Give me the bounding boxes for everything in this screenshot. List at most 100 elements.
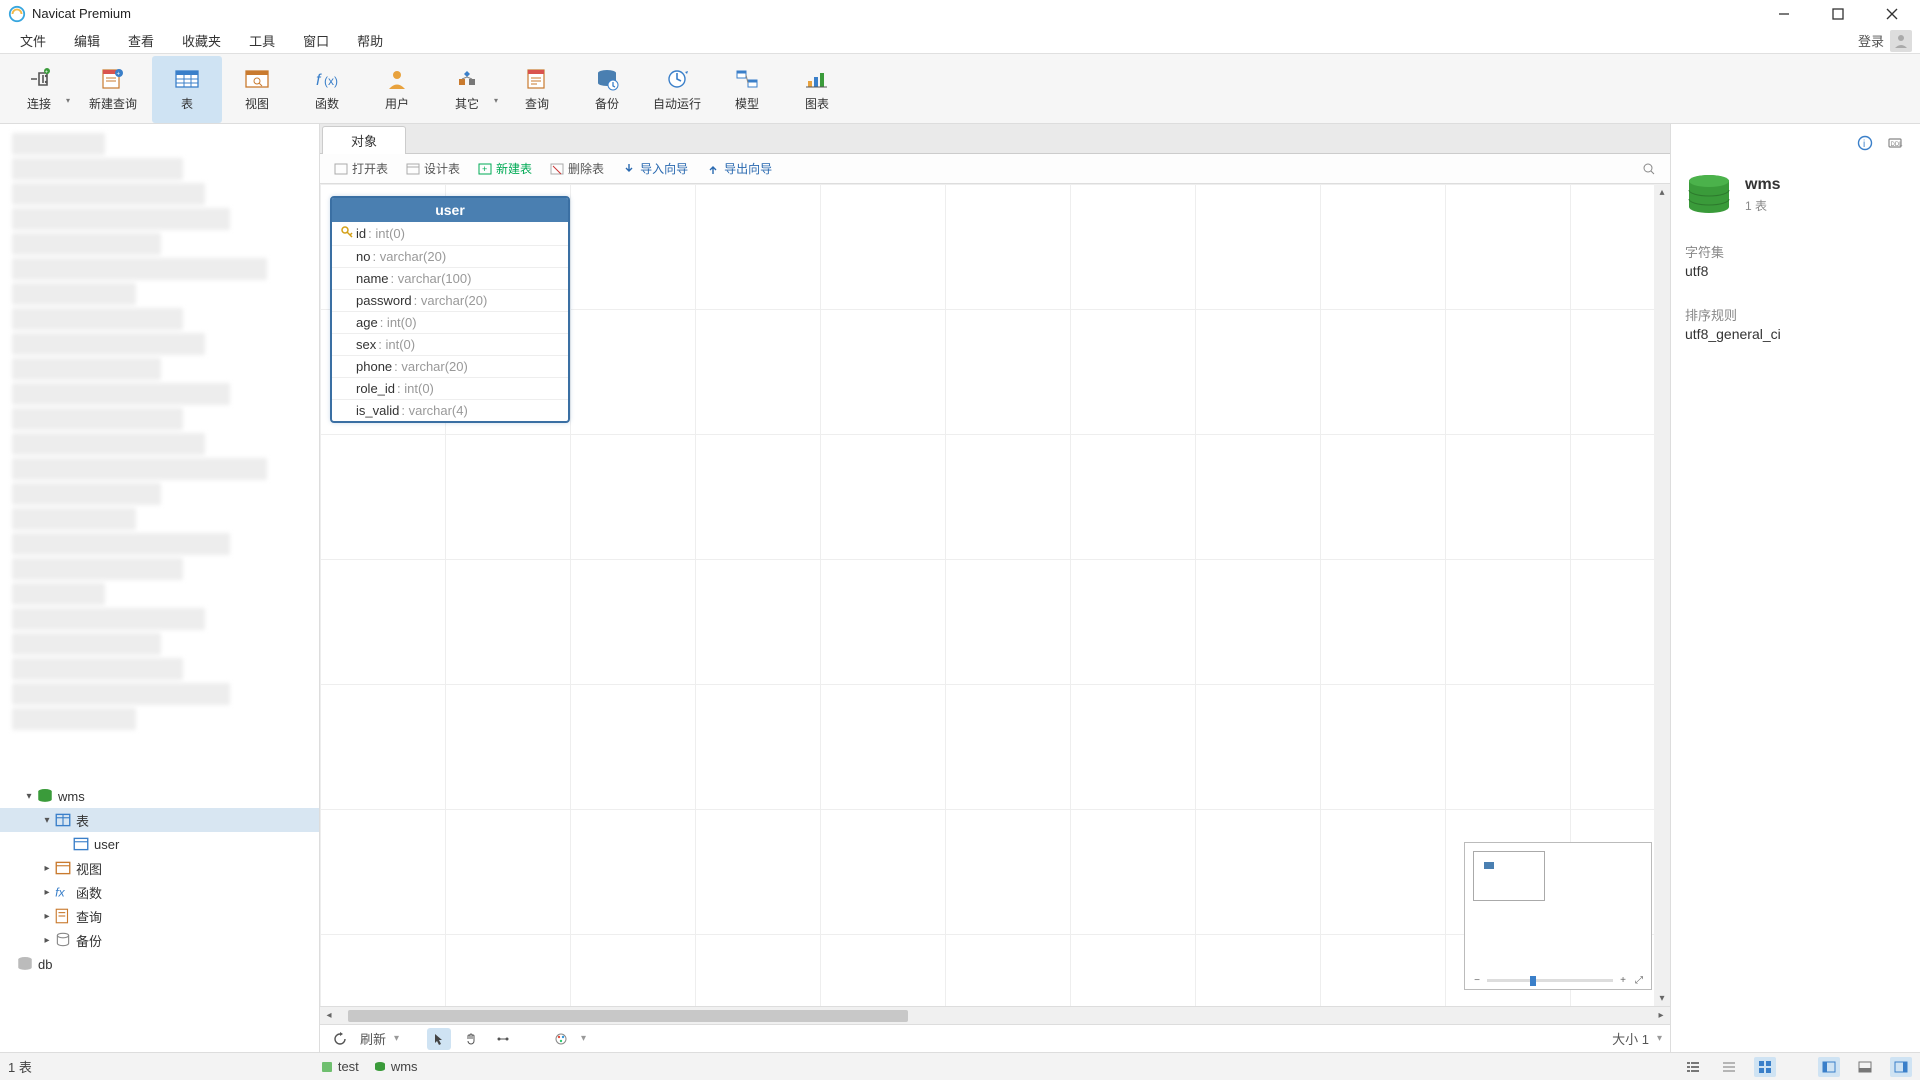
menu-file[interactable]: 文件 <box>6 27 60 54</box>
refresh-button[interactable] <box>328 1028 352 1050</box>
toolbar-fx-button[interactable]: f(x)函数 <box>292 56 362 123</box>
toolbar-user-button[interactable]: 用户 <box>362 56 432 123</box>
status-conn-wms[interactable]: wms <box>373 1059 418 1074</box>
login-link[interactable]: 登录 <box>1858 31 1884 50</box>
menu-tools[interactable]: 工具 <box>235 27 289 54</box>
caret-down-icon[interactable]: ▾ <box>40 815 54 826</box>
horizontal-scrollbar[interactable]: ◂ ▸ <box>320 1006 1670 1024</box>
hand-tool[interactable] <box>459 1028 483 1050</box>
tree-views-node[interactable]: ▸ 视图 <box>0 856 319 880</box>
svg-text:+: + <box>117 72 121 78</box>
scroll-right-icon[interactable]: ▸ <box>1652 1010 1670 1021</box>
toolbar-newquery-button[interactable]: +新建查询 <box>74 56 152 123</box>
tree-table-user[interactable]: user <box>0 832 319 856</box>
vertical-scrollbar[interactable]: ▴ ▾ <box>1654 184 1670 1006</box>
export-wizard-button[interactable]: 导出向导 <box>700 157 778 180</box>
collation-value: utf8_general_ci <box>1685 326 1906 342</box>
ddl-icon[interactable]: DDL <box>1884 132 1906 154</box>
column-row[interactable]: sex: int(0) <box>332 333 568 355</box>
avatar-icon[interactable] <box>1890 30 1912 52</box>
design-table-button[interactable]: 设计表 <box>400 157 466 180</box>
status-bar: 1 表 test wms <box>0 1052 1920 1080</box>
column-row[interactable]: is_valid: varchar(4) <box>332 399 568 421</box>
zoom-slider[interactable] <box>1487 979 1613 982</box>
app-title: Navicat Premium <box>32 6 1770 21</box>
minimap[interactable]: − + ⤢ <box>1464 842 1652 990</box>
column-name: is_valid <box>356 403 399 418</box>
panel-table-count: 1 表 <box>1745 197 1781 214</box>
minimap-viewport[interactable] <box>1473 851 1545 901</box>
column-row[interactable]: password: varchar(20) <box>332 289 568 311</box>
toolbar-other-button[interactable]: 其它 <box>432 56 502 123</box>
view-er-button[interactable] <box>1754 1057 1776 1077</box>
scroll-left-icon[interactable]: ◂ <box>320 1010 338 1021</box>
tree-functions-node[interactable]: ▸ fx 函数 <box>0 880 319 904</box>
scroll-down-icon[interactable]: ▾ <box>1659 990 1664 1006</box>
toolbar-chart-button[interactable]: 图表 <box>782 56 852 123</box>
tree-backups-node[interactable]: ▸ 备份 <box>0 928 319 952</box>
toolbar-query-button[interactable]: 查询 <box>502 56 572 123</box>
column-type: : int(0) <box>397 381 434 396</box>
scroll-thumb[interactable] <box>348 1010 908 1022</box>
caret-right-icon[interactable]: ▸ <box>40 911 54 922</box>
table-card-header: user <box>332 198 568 222</box>
other-icon <box>453 67 481 91</box>
panel-right-button[interactable] <box>1890 1057 1912 1077</box>
tree-db-label: wms <box>58 789 85 804</box>
scroll-up-icon[interactable]: ▴ <box>1659 184 1664 200</box>
table-card-user[interactable]: user id: int(0)no: varchar(20)name: varc… <box>330 196 570 423</box>
view-detail-button[interactable] <box>1718 1057 1740 1077</box>
minimize-button[interactable] <box>1770 3 1798 25</box>
menu-view[interactable]: 查看 <box>114 27 168 54</box>
toolbar-view-button[interactable]: 视图 <box>222 56 292 123</box>
view-list-button[interactable] <box>1682 1057 1704 1077</box>
column-row[interactable]: role_id: int(0) <box>332 377 568 399</box>
caret-right-icon[interactable]: ▸ <box>40 863 54 874</box>
panel-left-button[interactable] <box>1818 1057 1840 1077</box>
canvas-footer: 刷新 ▾ ▾ 大小 1 ▾ <box>320 1024 1670 1052</box>
zoom-fit-button[interactable]: ⤢ <box>1633 974 1645 986</box>
tree-queries-node[interactable]: ▸ 查询 <box>0 904 319 928</box>
close-button[interactable] <box>1878 3 1906 25</box>
column-row[interactable]: no: varchar(20) <box>332 245 568 267</box>
column-row[interactable]: phone: varchar(20) <box>332 355 568 377</box>
tree-db-wms[interactable]: ▾ wms <box>0 784 319 808</box>
column-row[interactable]: age: int(0) <box>332 311 568 333</box>
panel-bottom-button[interactable] <box>1854 1057 1876 1077</box>
relation-tool[interactable] <box>491 1028 515 1050</box>
delete-table-button[interactable]: 删除表 <box>544 157 610 180</box>
open-table-button[interactable]: 打开表 <box>328 157 394 180</box>
new-table-button[interactable]: +新建表 <box>472 157 538 180</box>
toolbar-model-button[interactable]: 模型 <box>712 56 782 123</box>
toolbar-backup-button[interactable]: 备份 <box>572 56 642 123</box>
toolbar-plug-button[interactable]: +连接 <box>4 56 74 123</box>
view-icon <box>243 67 271 91</box>
pointer-tool[interactable] <box>427 1028 451 1050</box>
caret-right-icon[interactable]: ▸ <box>40 935 54 946</box>
caret-down-icon[interactable]: ▾ <box>22 791 36 802</box>
zoom-out-button[interactable]: − <box>1471 974 1483 986</box>
diagram-canvas[interactable]: user id: int(0)no: varchar(20)name: varc… <box>320 184 1670 1006</box>
tab-objects[interactable]: 对象 <box>322 126 406 154</box>
info-icon[interactable]: i <box>1854 132 1876 154</box>
toolbar-table-button[interactable]: 表 <box>152 56 222 123</box>
status-conn-test[interactable]: test <box>320 1059 359 1074</box>
column-row[interactable]: name: varchar(100) <box>332 267 568 289</box>
caret-right-icon[interactable]: ▸ <box>40 887 54 898</box>
toolbar-autorun-button[interactable]: 自动运行 <box>642 56 712 123</box>
menu-edit[interactable]: 编辑 <box>60 27 114 54</box>
svg-text:+: + <box>482 164 487 174</box>
maximize-button[interactable] <box>1824 3 1852 25</box>
search-button[interactable] <box>1636 159 1662 179</box>
status-left: 1 表 <box>8 1057 32 1076</box>
menu-window[interactable]: 窗口 <box>289 27 343 54</box>
tree-tables-node[interactable]: ▾ 表 <box>0 808 319 832</box>
column-row[interactable]: id: int(0) <box>332 222 568 245</box>
menu-favorite[interactable]: 收藏夹 <box>168 27 235 54</box>
color-tool[interactable] <box>549 1028 573 1050</box>
zoom-in-button[interactable]: + <box>1617 974 1629 986</box>
tree-db-other[interactable]: db <box>0 952 319 976</box>
import-wizard-button[interactable]: 导入向导 <box>616 157 694 180</box>
menu-help[interactable]: 帮助 <box>343 27 397 54</box>
column-type: : varchar(4) <box>401 403 467 418</box>
